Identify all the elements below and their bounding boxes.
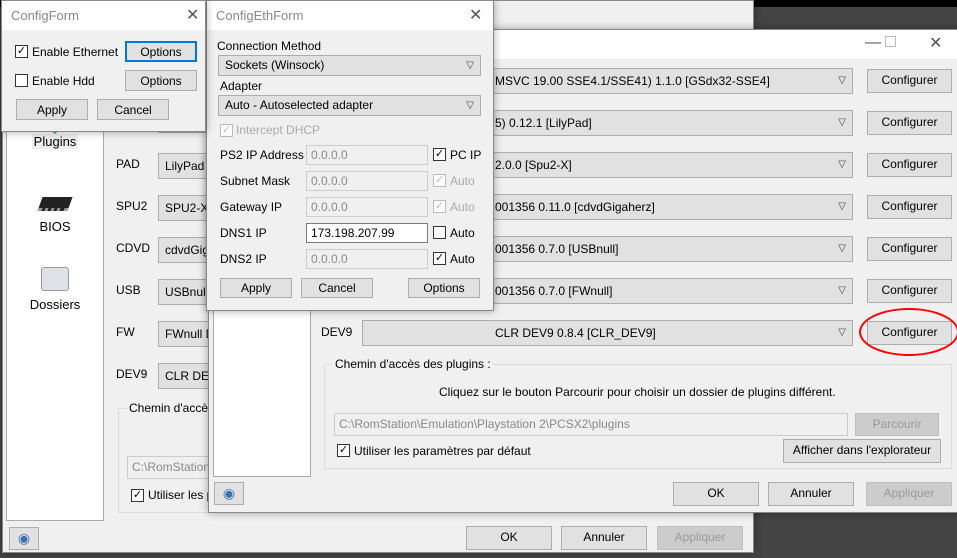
intercept-dhcp-checkbox: ✓ <box>220 124 233 137</box>
browse-button: Parcourir <box>855 413 939 436</box>
config-form: ConfigForm ✕ ✓ Enable Ethernet Options E… <box>1 0 206 132</box>
folder-icon <box>41 267 69 291</box>
eth-field-input: 0.0.0.0 <box>306 171 428 191</box>
back-row-label: CDVD <box>116 241 151 255</box>
eth-field-checkbox: ✓ <box>433 174 446 187</box>
back-use-default-checkbox[interactable]: ✓ <box>131 489 144 502</box>
screenshot-button[interactable]: ◉ <box>214 482 244 505</box>
eth-field-input: 0.0.0.0 <box>306 197 428 217</box>
close-icon[interactable]: ✕ <box>469 5 482 25</box>
eth-cancel-button[interactable]: Cancel <box>301 278 373 298</box>
back-row-label: PAD <box>116 157 140 171</box>
minimize-icon[interactable]: — <box>865 34 881 52</box>
eth-options-button[interactable]: Options <box>408 278 480 298</box>
eth-field-checkbox: ✓ <box>433 200 446 213</box>
eth-field-label: DNS1 IP <box>220 226 267 240</box>
back-cancel-button[interactable]: Annuler <box>561 526 647 550</box>
browse-hint: Cliquez sur le bouton Parcourir pour cho… <box>439 385 836 399</box>
back-apply-button: Appliquer <box>657 526 743 550</box>
configure-button[interactable]: Configurer <box>867 69 952 93</box>
eth-field-input: 0.0.0.0 <box>306 145 428 165</box>
plugin-select[interactable]: CLR DEV9 0.8.4 [CLR_DEV9] ▽ <box>362 320 853 346</box>
eth-apply-button[interactable]: Apply <box>220 278 292 298</box>
ethernet-options-button[interactable]: Options <box>125 41 197 62</box>
eth-field-label: Subnet Mask <box>220 174 291 188</box>
eth-field-label: PS2 IP Address <box>220 148 304 162</box>
plugins-path-input[interactable]: C:\RomStation\Emulation\Playstation 2\PC… <box>334 413 848 436</box>
configure-button[interactable]: Configurer <box>867 195 952 219</box>
chevron-down-icon: ▽ <box>838 75 846 86</box>
config-eth-form: ConfigEthForm ✕ Connection Method Socket… <box>206 0 494 311</box>
sidebar-item-bios[interactable]: BIOS <box>7 197 103 234</box>
maximize-icon[interactable] <box>885 36 896 47</box>
chevron-down-icon: ▽ <box>838 159 846 170</box>
config-apply-button[interactable]: Apply <box>16 99 88 120</box>
back-ok-button[interactable]: OK <box>466 526 552 550</box>
config-cancel-button[interactable]: Cancel <box>97 99 169 120</box>
chevron-down-icon: ▽ <box>466 100 474 111</box>
cancel-button[interactable]: Annuler <box>768 482 854 506</box>
eth-field-label: DNS2 IP <box>220 252 267 266</box>
chip-icon <box>37 197 73 211</box>
hdd-options-button[interactable]: Options <box>125 70 197 91</box>
back-row-label: SPU2 <box>116 199 148 213</box>
close-icon[interactable]: ✕ <box>186 5 199 25</box>
chevron-down-icon: ▽ <box>466 60 474 71</box>
configure-button[interactable]: Configurer <box>867 111 952 135</box>
chevron-down-icon: ▽ <box>838 117 846 128</box>
eth-field-checkbox[interactable] <box>433 226 446 239</box>
close-icon[interactable]: ✕ <box>929 33 942 53</box>
show-in-explorer-button[interactable]: Afficher dans l'explorateur <box>783 439 941 463</box>
eth-form-title: ConfigEthForm <box>216 8 304 23</box>
sidebar-item-dossiers[interactable]: Dossiers <box>7 267 103 312</box>
configure-button[interactable]: Configurer <box>867 279 952 303</box>
enable-ethernet-checkbox[interactable]: ✓ <box>15 45 28 58</box>
chevron-down-icon: ▽ <box>838 327 846 338</box>
eth-field-input[interactable]: 173.198.207.99 <box>306 223 428 243</box>
eth-field-checkbox[interactable]: ✓ <box>433 148 446 161</box>
chevron-down-icon: ▽ <box>838 201 846 212</box>
enable-hdd-checkbox[interactable] <box>15 74 28 87</box>
ok-button[interactable]: OK <box>673 482 759 506</box>
config-form-title: ConfigForm <box>11 8 79 23</box>
apply-button: Appliquer <box>866 482 952 506</box>
chevron-down-icon: ▽ <box>838 285 846 296</box>
chevron-down-icon: ▽ <box>838 243 846 254</box>
eth-field-checkbox[interactable]: ✓ <box>433 252 446 265</box>
eth-field-label: Gateway IP <box>220 200 283 214</box>
back-row-label: FW <box>116 325 135 339</box>
eth-field-input: 0.0.0.0 <box>306 249 428 269</box>
use-default-checkbox[interactable]: ✓ <box>337 444 350 457</box>
configure-highlight-circle <box>859 308 957 356</box>
configure-button[interactable]: Configurer <box>867 153 952 177</box>
configure-button[interactable]: Configurer <box>867 237 952 261</box>
back-screenshot-button[interactable]: ◉ <box>9 527 39 550</box>
back-row-label: DEV9 <box>116 367 148 381</box>
row-label: DEV9 <box>321 325 353 339</box>
back-row-label: USB <box>116 283 141 297</box>
adapter-select[interactable]: Auto - Autoselected adapter ▽ <box>218 95 481 116</box>
connection-method-select[interactable]: Sockets (Winsock) ▽ <box>218 55 481 76</box>
